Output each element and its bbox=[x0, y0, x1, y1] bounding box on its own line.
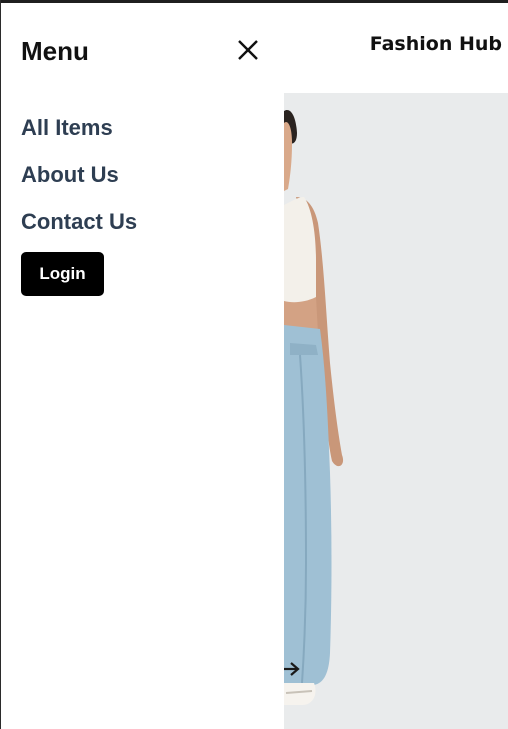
close-icon[interactable] bbox=[234, 36, 262, 64]
site-header: Fashion Hub bbox=[284, 3, 508, 93]
menu-item-contact-us[interactable]: Contact Us bbox=[21, 209, 137, 256]
login-button[interactable]: Login bbox=[21, 252, 104, 296]
window-left-border bbox=[0, 0, 1, 729]
brand-logo[interactable]: Fashion Hub bbox=[370, 33, 502, 55]
menu-title: Menu bbox=[21, 36, 89, 66]
side-menu-drawer: Menu All Items About Us Contact Us Login bbox=[1, 3, 284, 729]
menu-nav: All Items About Us Contact Us bbox=[21, 115, 137, 256]
menu-item-all-items[interactable]: All Items bbox=[21, 115, 137, 162]
hero-banner bbox=[284, 93, 508, 729]
menu-item-about-us[interactable]: About Us bbox=[21, 162, 137, 209]
hero-model-image bbox=[284, 93, 508, 729]
